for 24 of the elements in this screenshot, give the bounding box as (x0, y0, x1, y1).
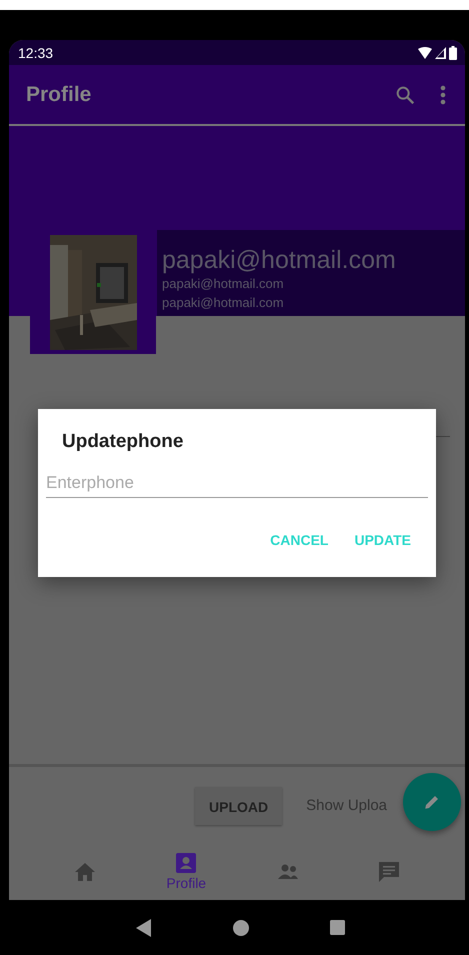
profile-name: papaki@hotmail.com (161, 246, 397, 274)
status-time: 12:33 (18, 44, 54, 60)
pencil-icon (423, 793, 441, 811)
recents-icon[interactable] (330, 920, 344, 935)
dialog-title: Updatephone (62, 431, 184, 453)
phone-input-field[interactable]: Enterphone (46, 469, 428, 498)
app-bar-title: Profile (26, 82, 92, 106)
upload-button[interactable]: UPLOAD (195, 786, 282, 824)
search-icon[interactable] (394, 84, 416, 106)
battery-icon (449, 46, 457, 60)
home-icon (74, 862, 96, 882)
profile-email: papaki@hotmail.com (161, 294, 285, 312)
person-icon (176, 853, 196, 873)
home-button-icon[interactable] (232, 920, 248, 936)
chat-icon (378, 861, 400, 883)
profile-email: papaki@hotmail.com (161, 275, 285, 293)
dialog-button[interactable]: CANCEL (261, 526, 338, 554)
back-icon[interactable] (136, 918, 152, 936)
nav-item[interactable]: Profile (136, 844, 237, 900)
dialog-button[interactable]: UPDATE (345, 526, 420, 554)
wifi-icon (418, 46, 432, 58)
signal-icon (435, 46, 446, 58)
more-options-icon[interactable] (440, 84, 446, 104)
people-icon (276, 864, 299, 880)
